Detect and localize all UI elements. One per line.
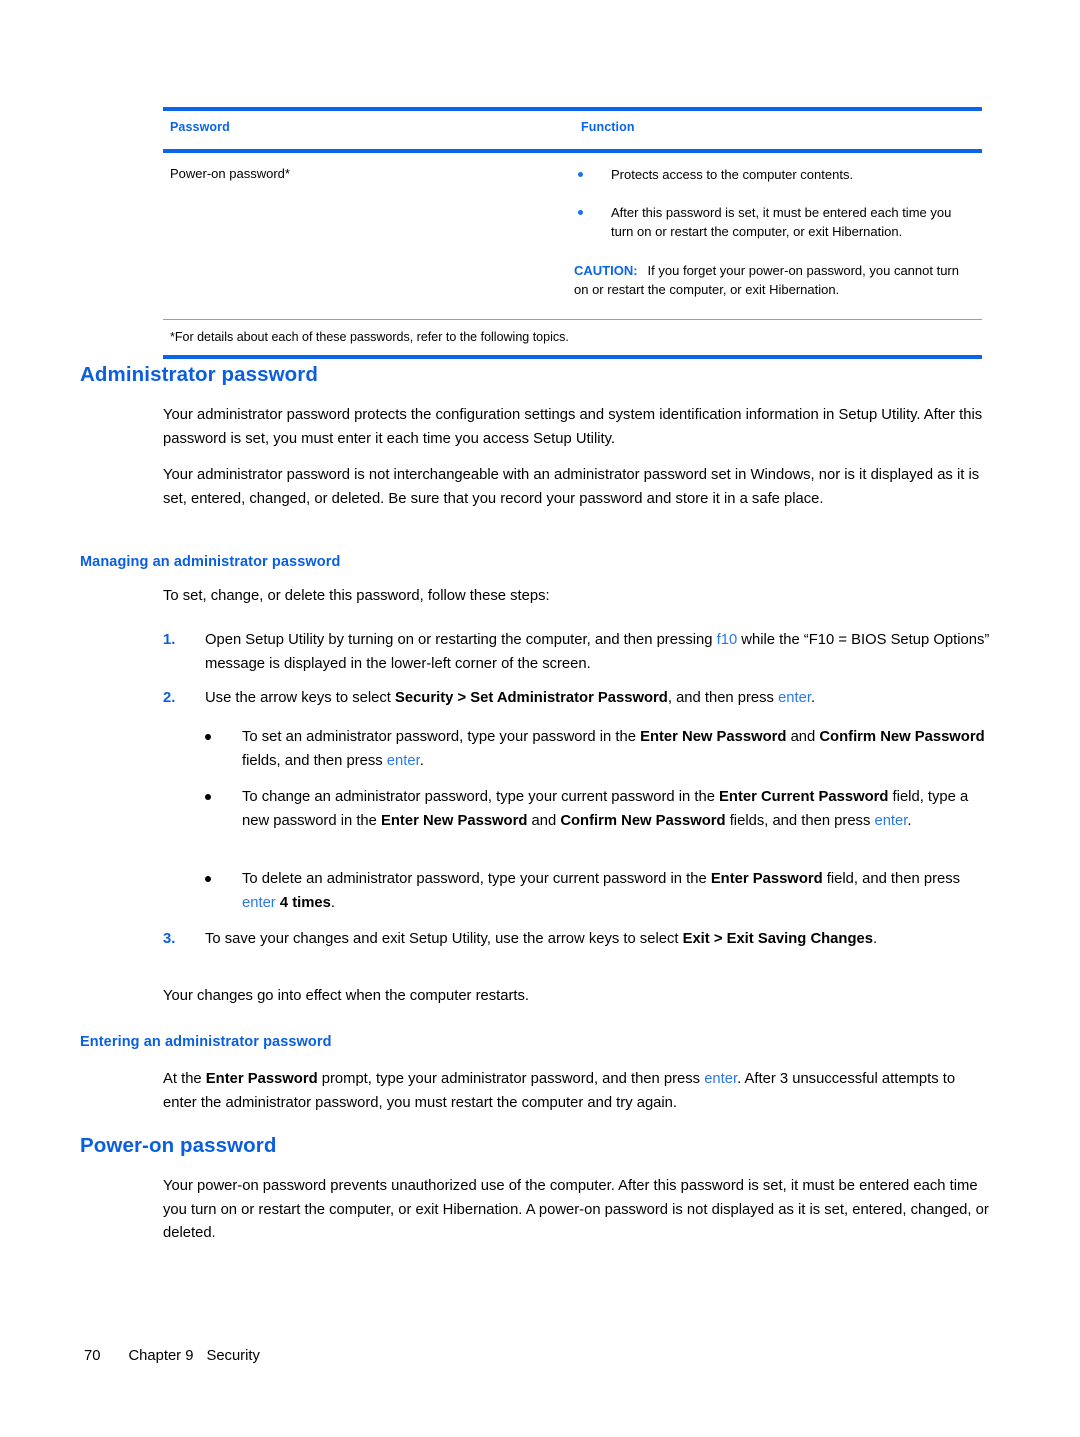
key-reference: enter — [386, 752, 420, 769]
caution-label: CAUTION: — [574, 263, 638, 278]
field-name: Confirm New Password — [560, 812, 726, 829]
key-reference: enter — [874, 812, 908, 829]
bullet-text-part: To delete an administrator password, typ… — [242, 871, 711, 887]
step-text-part: Use the arrow keys to select — [205, 690, 395, 706]
bullet-item: To delete an administrator password, typ… — [205, 868, 991, 915]
paragraph-managing-intro: To set, change, or delete this password,… — [163, 588, 550, 604]
key-reference: f10 — [716, 632, 738, 648]
step-number: 1. — [163, 632, 176, 648]
paragraph-poweron-1: Your power-on password prevents unauthor… — [163, 1178, 989, 1241]
bullet-text: To change an administrator password, typ… — [242, 786, 991, 833]
table-footnote: *For details about each of these passwor… — [170, 330, 569, 344]
paragraph-admin-1: Your administrator password protects the… — [163, 407, 983, 447]
bullet-text-part: field, and then press — [822, 871, 961, 887]
bullet-text-part: . — [330, 894, 335, 911]
heading-entering-admin-password: Entering an administrator password — [80, 1034, 332, 1050]
table-header-row: Password Function — [163, 111, 982, 149]
paragraph-admin-2: Your administrator password is not inter… — [163, 467, 980, 507]
bullet-text-part: fields, and then press — [725, 812, 875, 829]
key-reference: enter — [704, 1071, 738, 1087]
table-bullet-item: After this password is set, it must be e… — [574, 203, 974, 241]
bullet-text-part: and — [786, 729, 820, 745]
document-page: Password Function Power-on password* Pro… — [0, 0, 1080, 1437]
bullet-text-part: To set an administrator password, type y… — [242, 729, 641, 745]
step-number: 3. — [163, 931, 176, 947]
numbered-step: 2. Use the arrow keys to select Security… — [163, 687, 991, 711]
footer-chapter: Chapter 9 — [128, 1348, 194, 1364]
repeat-count: 4 times — [279, 894, 331, 911]
bullet-item: To set an administrator password, type y… — [205, 726, 991, 773]
paragraph-managing-closing: Your changes go into effect when the com… — [163, 988, 530, 1004]
key-reference: enter — [242, 894, 276, 911]
table-header-function: Function — [581, 120, 635, 134]
page-footer: 70 Chapter 9 Security — [84, 1348, 260, 1364]
bullet-dot-icon — [205, 876, 211, 882]
field-name: Enter New Password — [381, 812, 528, 829]
bullet-text-part: . — [907, 812, 912, 829]
field-name: Enter Current Password — [719, 789, 889, 805]
step-menu-path: Exit > Exit Saving Changes — [682, 931, 873, 947]
bullet-text-part: and — [527, 812, 561, 829]
step-text-part: , and then press — [667, 690, 779, 706]
bullet-dot-icon — [205, 734, 211, 740]
bullet-dot-icon — [205, 794, 211, 800]
step-text: Use the arrow keys to select Security > … — [205, 687, 991, 711]
heading-administrator-password: Administrator password — [80, 363, 318, 386]
bullet-text: To set an administrator password, type y… — [242, 726, 991, 773]
numbered-step: 3. To save your changes and exit Setup U… — [163, 928, 991, 952]
step-text-part: To save your changes and exit Setup Util… — [205, 931, 683, 947]
field-name: Confirm New Password — [819, 729, 985, 745]
step-number: 2. — [163, 690, 176, 706]
footer-chapter-title: Security — [206, 1348, 260, 1364]
step-text: To save your changes and exit Setup Util… — [205, 928, 991, 952]
bullet-dot-icon — [578, 210, 583, 215]
caution-note: CAUTION: If you forget your power-on pass… — [574, 261, 974, 299]
bullet-text-part: . — [419, 752, 424, 769]
table-cell-function: Protects access to the computer contents… — [574, 165, 974, 299]
step-menu-path: Security > Set Administrator Password — [394, 690, 668, 706]
field-name: Enter Password — [710, 871, 823, 887]
field-name: Enter Password — [205, 1071, 318, 1087]
table-cell-password: Power-on password* — [170, 166, 290, 181]
numbered-step: 1. Open Setup Utility by turning on or r… — [163, 629, 991, 676]
table-bottom-rule — [163, 355, 982, 359]
bullet-text-part: To change an administrator password, typ… — [242, 789, 720, 805]
heading-managing-admin-password: Managing an administrator password — [80, 554, 341, 570]
key-reference: enter — [778, 690, 811, 706]
password-function-table: Password Function Power-on password* Pro… — [163, 107, 982, 359]
table-header-password: Password — [170, 120, 230, 134]
field-name: Enter New Password — [640, 729, 787, 745]
step-text: Open Setup Utility by turning on or rest… — [205, 629, 991, 676]
bullet-text-part: fields, and then press — [242, 752, 387, 769]
bullet-dot-icon — [578, 172, 583, 177]
paragraph-part: At the — [163, 1071, 206, 1087]
table-body-row: Power-on password* Protects access to th… — [163, 153, 982, 319]
table-bullet-text: Protects access to the computer contents… — [611, 167, 854, 182]
paragraph-part: prompt, type your administrator password… — [317, 1071, 705, 1087]
step-text-part: . — [872, 931, 878, 947]
step-text-part: . — [811, 690, 816, 706]
bullet-text: To delete an administrator password, typ… — [242, 868, 991, 915]
table-bullet-text: After this password is set, it must be e… — [611, 205, 952, 239]
paragraph-entering: At the Enter Password prompt, type your … — [163, 1068, 991, 1115]
heading-power-on-password: Power-on password — [80, 1134, 277, 1157]
bullet-item: To change an administrator password, typ… — [205, 786, 991, 833]
table-bullet-item: Protects access to the computer contents… — [574, 165, 974, 184]
step-text-part: Open Setup Utility by turning on or rest… — [205, 632, 717, 648]
footer-page-number: 70 — [84, 1348, 101, 1364]
